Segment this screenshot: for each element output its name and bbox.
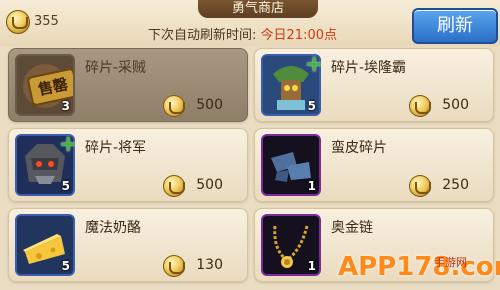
courage-coin-icon — [163, 255, 185, 277]
shop-item-card[interactable]: 5 + 碎片-埃隆霸 500 — [254, 48, 494, 122]
courage-coin-icon — [163, 175, 185, 197]
item-quantity: 1 — [307, 259, 316, 273]
item-quantity: 1 — [307, 179, 316, 193]
refresh-time-label: 下次自动刷新时间: — [148, 28, 257, 43]
courage-coin-icon — [409, 95, 431, 117]
item-price: 500 — [442, 97, 469, 113]
site-watermark: APP178.com — [338, 252, 500, 282]
hide-fragment-icon: 1 — [261, 134, 321, 196]
plus-icon: + — [59, 132, 78, 157]
shop-item-card[interactable]: 1 蛮皮碎片 250 — [254, 128, 494, 202]
item-price: 500 — [196, 177, 223, 193]
item-price: 250 — [442, 177, 469, 193]
shop-item-card[interactable]: 5 魔法奶酪 130 — [8, 208, 248, 282]
item-name: 魔法奶酪 — [85, 220, 141, 236]
top-bar: 355 勇气商店 下次自动刷新时间: 今日21:00点 刷新 — [0, 0, 500, 46]
currency-amount: 355 — [34, 14, 59, 29]
item-quantity: 5 — [307, 99, 316, 113]
item-quantity: 5 — [61, 179, 70, 193]
item-name: 碎片-埃隆霸 — [331, 60, 407, 76]
shop-item-card[interactable]: 5 + 碎片-将军 500 — [8, 128, 248, 202]
item-price: 130 — [196, 257, 223, 273]
magic-cheese-icon: 5 — [15, 214, 75, 276]
courage-coin-icon — [6, 10, 30, 34]
item-quantity: 3 — [61, 99, 70, 113]
courage-coin-icon — [409, 175, 431, 197]
item-name: 奥金链 — [331, 220, 373, 236]
item-name: 蛮皮碎片 — [331, 140, 387, 156]
plus-icon: + — [305, 52, 324, 77]
refresh-time-value: 今日21:00点 — [260, 28, 337, 43]
gold-chain-icon: 1 — [261, 214, 321, 276]
item-name: 碎片-采贼 — [85, 60, 147, 76]
item-price: 500 — [196, 97, 223, 113]
shop-item-card[interactable]: 3 售罄 碎片-采贼 500 — [8, 48, 248, 122]
refresh-button[interactable]: 刷新 — [412, 8, 498, 44]
refresh-time-info: 下次自动刷新时间: 今日21:00点 — [148, 24, 337, 43]
site-watermark-sub: 手游网 — [434, 256, 467, 269]
shop-title: 勇气商店 — [198, 0, 318, 18]
courage-coin-icon — [163, 95, 185, 117]
item-name: 碎片-将军 — [85, 140, 147, 156]
item-quantity: 5 — [61, 259, 70, 273]
fragment-thief-icon: 3 售罄 — [15, 54, 75, 116]
